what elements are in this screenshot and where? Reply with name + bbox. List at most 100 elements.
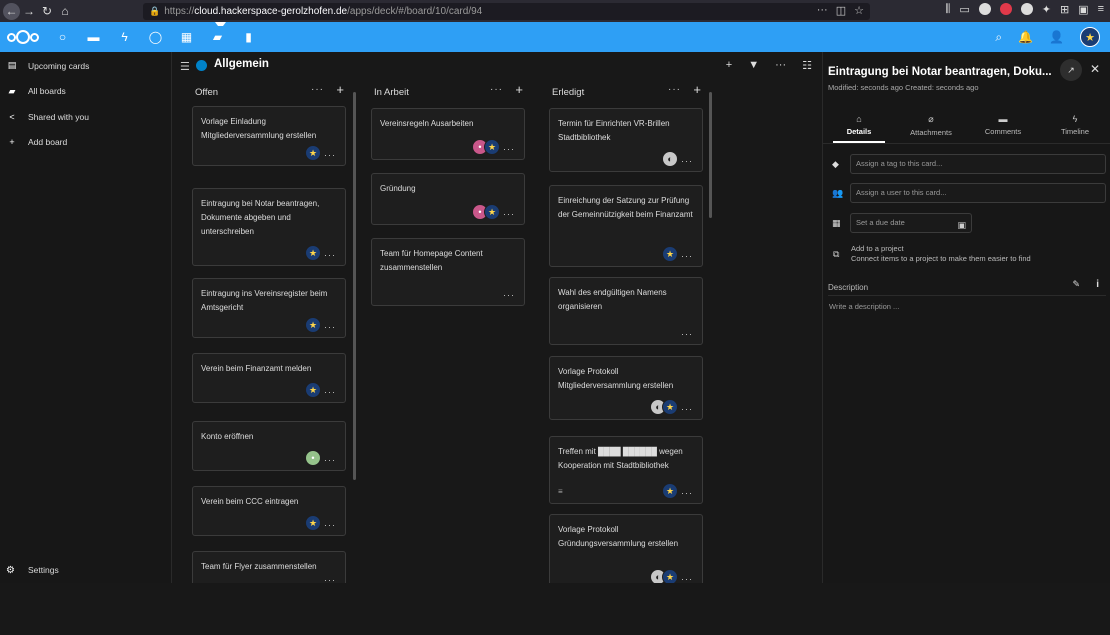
dashboard-icon[interactable]: ○ xyxy=(47,22,78,52)
sidebar-item-upcoming[interactable]: ▤ Upcoming cards xyxy=(0,53,171,79)
card[interactable]: Verein beim Finanzamt melden ★ ··· xyxy=(192,353,346,403)
card[interactable]: Vorlage Protokoll Gründungsversammlung e… xyxy=(549,514,703,583)
more-icon[interactable]: ··· xyxy=(324,250,336,260)
page-actions-icon[interactable]: ··· xyxy=(817,4,828,17)
more-icon[interactable]: ··· xyxy=(681,251,693,261)
card[interactable]: Vorlage Einladung Mitgliederversammlung … xyxy=(192,106,346,166)
notifications-icon[interactable]: 🔔 xyxy=(1018,30,1033,44)
avatar[interactable]: ★ xyxy=(662,399,678,415)
card[interactable]: Eintragung ins Vereinsregister beim Amts… xyxy=(192,278,346,338)
add-stack-icon[interactable]: + xyxy=(726,59,732,72)
calendar-picker-icon[interactable]: ▣ xyxy=(957,216,966,234)
more-icon[interactable]: ··· xyxy=(324,455,336,465)
tab-details[interactable]: ⌂ Details xyxy=(823,112,895,143)
more-icon[interactable]: ··· xyxy=(503,209,515,219)
board-more-icon[interactable]: ··· xyxy=(775,59,786,72)
sidebar-item-all-boards[interactable]: ▰ All boards xyxy=(0,79,171,105)
more-icon[interactable]: ··· xyxy=(668,84,681,95)
sidebar-item-shared[interactable]: < Shared with you xyxy=(0,104,171,130)
extension-icon[interactable] xyxy=(978,3,991,15)
avatar[interactable]: ★ xyxy=(305,382,321,398)
account-icon[interactable]: ▣ xyxy=(1078,3,1088,16)
card[interactable]: Termin für Einrichten VR-Brillen Stadtbi… xyxy=(549,108,703,172)
more-icon[interactable]: ··· xyxy=(503,144,515,154)
analytics-icon[interactable]: ▮ xyxy=(233,22,264,52)
card[interactable]: Einreichung der Satzung zur Prüfung der … xyxy=(549,185,703,267)
stack-scrollbar[interactable] xyxy=(709,92,712,218)
card[interactable]: Team für Flyer zusammenstellen ··· xyxy=(192,551,346,583)
avatar[interactable]: • xyxy=(305,450,321,466)
talk-icon[interactable]: ◯ xyxy=(140,22,171,52)
pocket-icon[interactable]: ◫ xyxy=(836,4,846,17)
more-icon[interactable]: ··· xyxy=(681,404,693,414)
board-settings-icon[interactable]: ☷ xyxy=(802,59,812,72)
card[interactable]: Eintragung bei Notar beantragen, Dokumen… xyxy=(192,188,346,266)
more-icon[interactable]: ··· xyxy=(324,387,336,397)
avatar[interactable]: ★ xyxy=(662,483,678,499)
more-icon[interactable]: ··· xyxy=(681,488,693,498)
stack-title[interactable]: Offen xyxy=(195,87,218,98)
hamburger-icon[interactable]: ☰ xyxy=(180,60,190,73)
contacts-icon[interactable]: 👤 xyxy=(1049,30,1064,44)
filter-icon[interactable]: ▼ xyxy=(748,59,759,72)
address-bar[interactable]: 🔒 https://cloud.hackerspace-gerolzhofen.… xyxy=(143,3,870,20)
description-input[interactable]: Write a description ... xyxy=(829,302,899,311)
avatar[interactable]: ★ xyxy=(484,139,500,155)
card[interactable]: Treffen mit ████ ██████ wegen Kooperatio… xyxy=(549,436,703,504)
search-icon[interactable]: ⌕ xyxy=(995,30,1002,45)
avatar[interactable]: ◐ xyxy=(662,151,678,167)
card-title[interactable]: Eintragung bei Notar beantragen, Doku... xyxy=(828,66,1052,78)
user-avatar[interactable]: ★ xyxy=(1080,27,1100,47)
card[interactable]: Gründung • ★ ··· xyxy=(371,173,525,225)
external-link-icon[interactable]: ↗ xyxy=(1060,59,1082,81)
tab-comments[interactable]: ▬ Comments xyxy=(967,112,1039,142)
avatar[interactable]: ★ xyxy=(305,145,321,161)
extension-puzzle-icon[interactable]: ✦ xyxy=(1042,3,1051,16)
grid-extension-icon[interactable]: ⊞ xyxy=(1060,3,1069,16)
card[interactable]: Verein beim CCC eintragen ★ ··· xyxy=(192,486,346,536)
card[interactable]: Vereinsregeln Ausarbeiten • ★ ··· xyxy=(371,108,525,160)
privacy-extension-icon[interactable] xyxy=(1020,3,1033,15)
stack-title[interactable]: Erledigt xyxy=(552,87,584,98)
ublock-icon[interactable] xyxy=(999,3,1012,15)
avatar[interactable]: ★ xyxy=(305,245,321,261)
tag-input[interactable]: Assign a tag to this card... xyxy=(850,154,1106,174)
project-title[interactable]: Add to a project xyxy=(851,244,904,253)
calendar-icon[interactable]: ▦ xyxy=(171,22,202,52)
avatar[interactable]: ★ xyxy=(305,317,321,333)
avatar[interactable]: ★ xyxy=(305,515,321,531)
reload-button[interactable]: ↻ xyxy=(38,2,56,20)
avatar[interactable]: ★ xyxy=(484,204,500,220)
library-icon[interactable]: ⫼ xyxy=(945,3,950,16)
forward-button[interactable]: → xyxy=(20,2,38,20)
nextcloud-logo[interactable] xyxy=(7,29,41,45)
stack-title[interactable]: In Arbeit xyxy=(374,87,409,98)
tab-timeline[interactable]: ϟ Timeline xyxy=(1039,112,1110,142)
more-icon[interactable]: ··· xyxy=(311,84,324,95)
files-icon[interactable]: ▬ xyxy=(78,22,109,52)
home-button[interactable]: ⌂ xyxy=(56,2,74,20)
card[interactable]: Team für Homepage Content zusammenstelle… xyxy=(371,238,525,306)
add-card-icon[interactable]: + xyxy=(515,82,523,97)
menu-icon[interactable]: ≡ xyxy=(1098,3,1104,16)
activity-icon[interactable]: ϟ xyxy=(109,22,140,52)
avatar[interactable]: ★ xyxy=(662,569,678,583)
pencil-icon[interactable]: ✎ xyxy=(1072,279,1080,290)
add-card-icon[interactable]: + xyxy=(336,82,344,97)
more-icon[interactable]: ··· xyxy=(681,574,693,583)
more-icon[interactable]: ··· xyxy=(324,520,336,530)
stack-scrollbar[interactable] xyxy=(353,92,356,480)
more-icon[interactable]: ··· xyxy=(681,156,693,166)
close-icon[interactable]: ✕ xyxy=(1090,62,1100,76)
add-card-icon[interactable]: + xyxy=(693,82,701,97)
more-icon[interactable]: ··· xyxy=(503,290,515,300)
sidebar-toggle-icon[interactable]: ▭ xyxy=(959,3,969,16)
bookmark-star-icon[interactable]: ☆ xyxy=(854,4,864,17)
more-icon[interactable]: ··· xyxy=(681,329,693,339)
more-icon[interactable]: ··· xyxy=(324,575,336,583)
back-button[interactable]: ← xyxy=(3,2,20,20)
more-icon[interactable]: ··· xyxy=(490,84,503,95)
card[interactable]: Konto eröffnen • ··· xyxy=(192,421,346,471)
tab-attachments[interactable]: ⌀ Attachments xyxy=(895,112,967,142)
deck-icon[interactable]: ▰ xyxy=(202,22,233,52)
